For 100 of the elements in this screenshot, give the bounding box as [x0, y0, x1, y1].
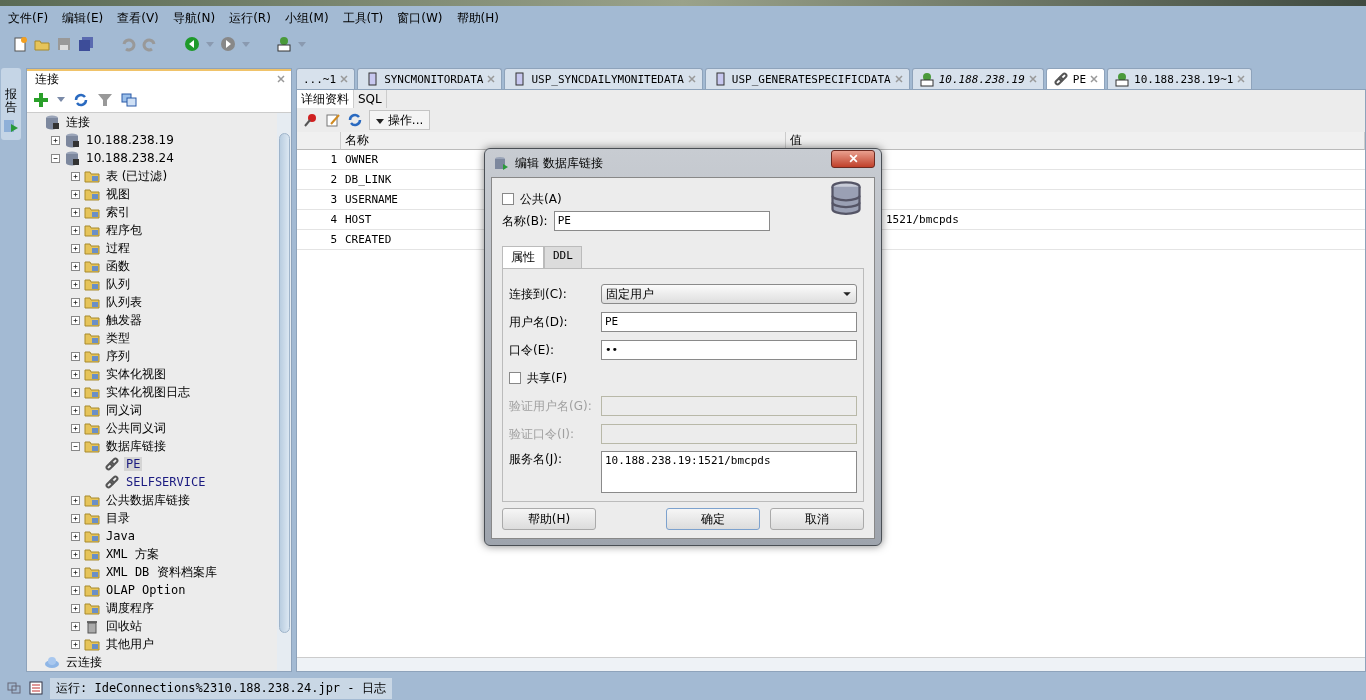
tree-item[interactable]: 10.188.238.19 [84, 133, 176, 147]
menu-item[interactable]: 工具(T) [342, 9, 384, 27]
side-tab[interactable]: 报告 [1, 68, 21, 141]
close-icon[interactable] [1090, 75, 1099, 83]
sub-tab[interactable]: 详细资料 [297, 90, 354, 108]
editor-tab[interactable]: USP_SYNCDAILYMONITEDATA [504, 68, 703, 89]
tree-item[interactable]: 目录 [104, 509, 132, 527]
service-name-field[interactable]: 10.188.238.19:1521/bmcpds [601, 451, 857, 493]
editor-tab[interactable]: USP_GENERATESPECIFICDATA [704, 68, 910, 89]
editor-tab[interactable]: ...~1 [296, 68, 356, 89]
editor-tab[interactable]: 10.188.238.19 [911, 68, 1044, 89]
tree-item[interactable]: 索引 [104, 203, 132, 221]
tree-item[interactable]: 云连接 [64, 653, 104, 671]
expand-toggle[interactable] [71, 261, 80, 271]
tree-item[interactable]: 公共同义词 [104, 419, 168, 437]
tree-item[interactable]: 过程 [104, 239, 132, 257]
dialog-tab[interactable]: 属性 [502, 246, 544, 268]
tree-item[interactable]: 队列 [104, 275, 132, 293]
actions-button[interactable]: 操作... [369, 110, 431, 130]
collapse-toggle[interactable] [71, 441, 80, 451]
editor-tab[interactable]: 10.188.238.19~1 [1107, 68, 1253, 89]
tree-item[interactable]: 数据库链接 [104, 437, 168, 455]
close-button[interactable] [831, 150, 875, 168]
expand-toggle[interactable] [71, 171, 80, 181]
tree-item[interactable]: 程序包 [104, 221, 144, 239]
folder-icon [84, 366, 100, 382]
tree-item[interactable]: 连接 [64, 113, 92, 131]
editor-tab[interactable]: PE [1045, 68, 1106, 89]
menu-item[interactable]: 文件(F) [8, 9, 49, 27]
row-number: 2 [297, 170, 341, 190]
expand-toggle[interactable] [71, 315, 80, 325]
tree-item[interactable]: 函数 [104, 257, 132, 275]
expand-toggle[interactable] [71, 513, 80, 523]
expand-toggle[interactable] [71, 387, 80, 397]
tree-item[interactable]: 调度程序 [104, 599, 156, 617]
tree-item[interactable]: SELFSERVICE [124, 475, 208, 489]
scrollbar-thumb[interactable] [278, 133, 290, 633]
tree-item[interactable]: 公共数据库链接 [104, 491, 192, 509]
expand-toggle[interactable] [71, 639, 80, 649]
expand-toggle[interactable] [71, 621, 80, 631]
ok-button[interactable]: 确定 [666, 508, 760, 530]
checkbox[interactable] [502, 193, 514, 205]
menu-item[interactable]: 帮助(H) [456, 9, 499, 27]
editor-tab[interactable]: SYNCMONITORDATA [357, 68, 503, 89]
tree-item[interactable]: PE [124, 457, 143, 471]
tree-item[interactable]: 触发器 [104, 311, 144, 329]
tree-item[interactable]: 实体化视图 [104, 365, 168, 383]
menu-item[interactable]: 窗口(W) [397, 9, 443, 27]
name-field[interactable]: PE [553, 211, 770, 231]
expand-toggle[interactable] [71, 189, 80, 199]
expand-toggle[interactable] [71, 423, 80, 433]
expand-toggle[interactable] [51, 135, 60, 145]
menu-item[interactable]: 导航(N) [172, 9, 216, 27]
folder-icon [84, 528, 100, 544]
expand-toggle[interactable] [71, 369, 80, 379]
tree-item[interactable]: 同义词 [104, 401, 144, 419]
expand-toggle[interactable] [71, 405, 80, 415]
checkbox[interactable] [509, 372, 521, 384]
tree-item[interactable]: 序列 [104, 347, 132, 365]
tree-item[interactable]: 表 (已过滤) [104, 167, 170, 185]
menu-item[interactable]: 运行(R) [229, 9, 271, 27]
expand-toggle[interactable] [71, 603, 80, 613]
username-field[interactable]: PE [601, 312, 857, 332]
password-field[interactable]: •• [601, 340, 857, 360]
database-icon [44, 114, 60, 130]
collapse-toggle[interactable] [51, 153, 60, 163]
expand-toggle[interactable] [71, 531, 80, 541]
auth-password-field[interactable] [601, 424, 857, 444]
expand-toggle[interactable] [71, 207, 80, 217]
tree-item[interactable]: XML DB 资料档案库 [104, 563, 219, 581]
tree-item[interactable]: Java [104, 529, 137, 543]
tree-item[interactable]: 队列表 [104, 293, 144, 311]
menu-item[interactable]: 编辑(E) [62, 9, 104, 27]
expand-toggle[interactable] [71, 297, 80, 307]
tree-item[interactable]: OLAP Option [104, 583, 188, 597]
tree-item[interactable]: 视图 [104, 185, 132, 203]
cancel-button[interactable]: 取消 [770, 508, 864, 530]
menu-item[interactable]: 查看(V) [117, 9, 159, 27]
dialog-tab[interactable]: DDL [544, 246, 582, 268]
tree-item[interactable]: 10.188.238.24 [84, 151, 176, 165]
tree-item[interactable]: 类型 [104, 329, 132, 347]
tree-item[interactable]: XML 方案 [104, 545, 161, 563]
sql-icon [1114, 71, 1131, 87]
expand-toggle[interactable] [71, 495, 80, 505]
tree-item[interactable]: 实体化视图日志 [104, 383, 192, 401]
expand-toggle[interactable] [71, 585, 80, 595]
tree-item[interactable]: 其他用户 [104, 635, 156, 653]
expand-toggle[interactable] [71, 243, 80, 253]
horizontal-scrollbar[interactable] [297, 657, 1365, 671]
expand-toggle[interactable] [71, 549, 80, 559]
close-icon[interactable] [277, 75, 285, 83]
expand-toggle[interactable] [71, 567, 80, 577]
tree-item[interactable]: 回收站 [104, 617, 144, 635]
expand-toggle[interactable] [71, 351, 80, 361]
expand-toggle[interactable] [71, 225, 80, 235]
menu-item[interactable]: 小组(M) [284, 9, 329, 27]
connect-to-dropdown[interactable]: 固定用户 [601, 284, 857, 304]
expand-toggle[interactable] [71, 279, 80, 289]
auth-username-field[interactable] [601, 396, 857, 416]
help-button[interactable]: 帮助(H) [502, 508, 596, 530]
